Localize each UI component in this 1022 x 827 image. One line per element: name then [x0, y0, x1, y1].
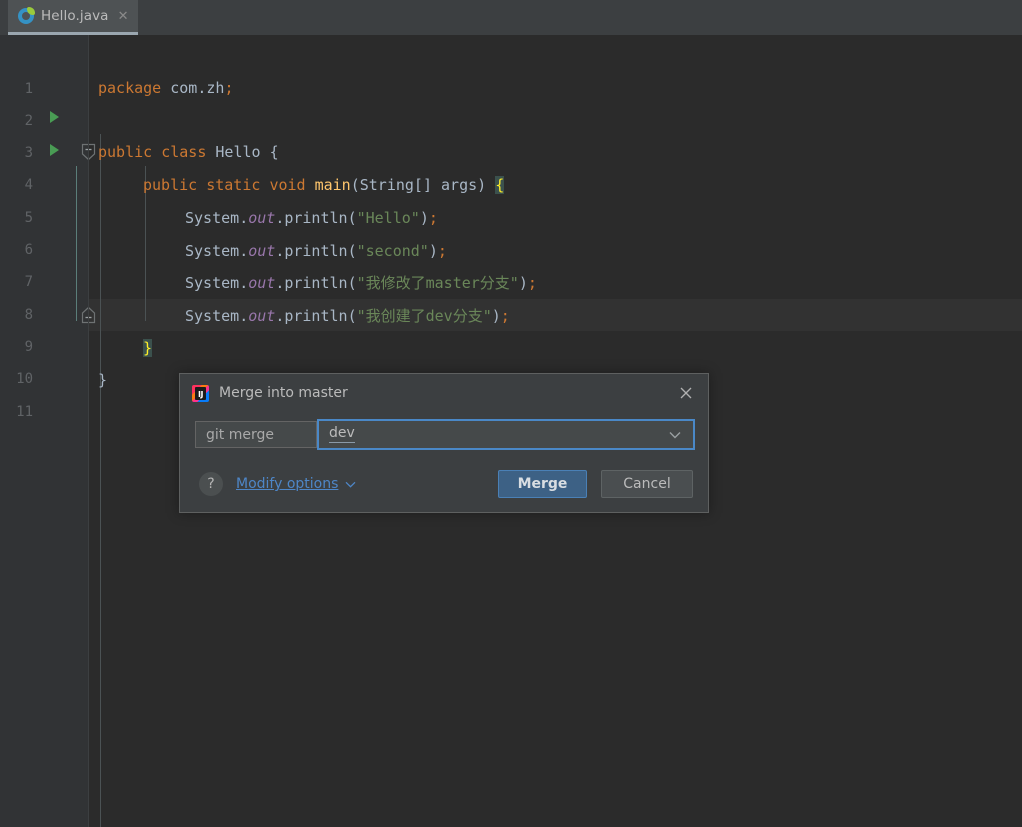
close-icon[interactable]: ✕: [118, 10, 129, 23]
branch-combobox[interactable]: dev: [317, 419, 695, 450]
close-icon[interactable]: [678, 385, 694, 401]
token-dot: .: [239, 209, 249, 227]
token-string-second: "second": [356, 242, 429, 260]
code-line-7: System.out.println("我修改了master分支");: [185, 276, 537, 291]
token-string-master: "我修改了master分支": [356, 274, 519, 292]
code-line-10: }: [98, 373, 107, 388]
code-line-6: System.out.println("second");: [185, 244, 447, 259]
token-paren-open: (: [347, 307, 357, 325]
token-dot: .: [239, 242, 249, 260]
token-system: System: [185, 209, 240, 227]
token-paren-close: ): [518, 274, 528, 292]
token-system: System: [185, 274, 240, 292]
ide-window: Hello.java ✕ 1 2 3 4 5 6 7 8 9 10 11 pac…: [0, 0, 1022, 827]
code-line-9: }: [143, 339, 153, 357]
editor-tab-hello-java[interactable]: Hello.java ✕: [8, 0, 139, 35]
token-string-hello: "Hello": [356, 209, 420, 227]
token-semicolon: ;: [437, 242, 447, 260]
modify-options-link[interactable]: Modify options: [236, 476, 356, 492]
token-semicolon: ;: [527, 274, 537, 292]
token-package-name: com.zh: [170, 79, 225, 97]
token-open-brace: {: [269, 143, 279, 161]
merge-button[interactable]: Merge: [498, 470, 587, 498]
token-system: System: [185, 307, 240, 325]
branch-combobox-value: dev: [329, 425, 355, 444]
token-keyword: package: [98, 79, 162, 97]
token-dot: .: [275, 307, 285, 325]
token-method-main: main: [314, 176, 351, 194]
token-keyword-public: public: [143, 176, 198, 194]
merge-command-row: git merge dev: [195, 419, 695, 450]
token-paren-close: ): [428, 242, 438, 260]
token-dot: .: [275, 209, 285, 227]
token-paren-close: ): [491, 307, 501, 325]
token-paren-open: (: [347, 242, 357, 260]
modify-options-label: odify options: [248, 476, 339, 492]
token-close-brace-highlighted: }: [143, 339, 153, 357]
token-semicolon: ;: [428, 209, 438, 227]
token-keyword-static: static: [206, 176, 261, 194]
java-class-icon: [18, 7, 35, 24]
token-type-string-array: String[]: [359, 176, 432, 194]
token-keyword-public: public: [98, 143, 153, 161]
token-paren-close: ): [419, 209, 429, 227]
dialog-title: Merge into master: [219, 385, 348, 401]
help-button[interactable]: ?: [199, 472, 223, 496]
token-println: println: [284, 242, 348, 260]
editor-tab-label: Hello.java: [41, 8, 109, 24]
code-line-5: System.out.println("Hello");: [185, 211, 438, 226]
token-string-dev: "我创建了dev分支": [356, 307, 492, 325]
code-line-4: public static void main(String[] args) {: [143, 176, 505, 194]
token-open-brace-highlighted: {: [495, 176, 505, 194]
dialog-titlebar: IJ Merge into master: [180, 374, 708, 412]
code-line-1: package com.zh;: [98, 81, 233, 96]
token-semicolon: ;: [224, 79, 234, 97]
token-close-brace: }: [98, 371, 108, 389]
token-out: out: [248, 242, 276, 260]
token-out: out: [248, 307, 276, 325]
cancel-button[interactable]: Cancel: [601, 470, 693, 498]
git-merge-command-label: git merge: [195, 421, 317, 448]
token-println: println: [284, 274, 348, 292]
token-println: println: [284, 209, 348, 227]
editor-tab-bar: Hello.java ✕: [0, 0, 1022, 36]
intellij-idea-icon: IJ: [192, 384, 209, 402]
code-line-8: System.out.println("我创建了dev分支");: [185, 309, 510, 324]
token-paren-open: (: [347, 274, 357, 292]
token-paren-open: (: [350, 176, 360, 194]
token-keyword-class: class: [161, 143, 207, 161]
token-dot: .: [239, 274, 249, 292]
code-line-3: public class Hello {: [98, 145, 279, 160]
token-paren-open: (: [347, 209, 357, 227]
token-system: System: [185, 242, 240, 260]
chevron-down-icon[interactable]: [669, 431, 681, 439]
token-out: out: [248, 274, 276, 292]
token-semicolon: ;: [500, 307, 510, 325]
token-dot: .: [275, 274, 285, 292]
token-out: out: [248, 209, 276, 227]
chevron-down-icon: [345, 481, 356, 488]
token-dot: .: [275, 242, 285, 260]
token-class-name: Hello: [215, 143, 261, 161]
merge-dialog: IJ Merge into master git merge dev ? M o…: [179, 373, 709, 513]
token-paren-close: ): [477, 176, 487, 194]
token-keyword-void: void: [269, 176, 306, 194]
token-dot: .: [239, 307, 249, 325]
token-param-args: args: [441, 176, 478, 194]
modify-options-mnemonic: M: [236, 476, 249, 492]
intellij-idea-icon-text: IJ: [198, 389, 203, 399]
token-println: println: [284, 307, 348, 325]
